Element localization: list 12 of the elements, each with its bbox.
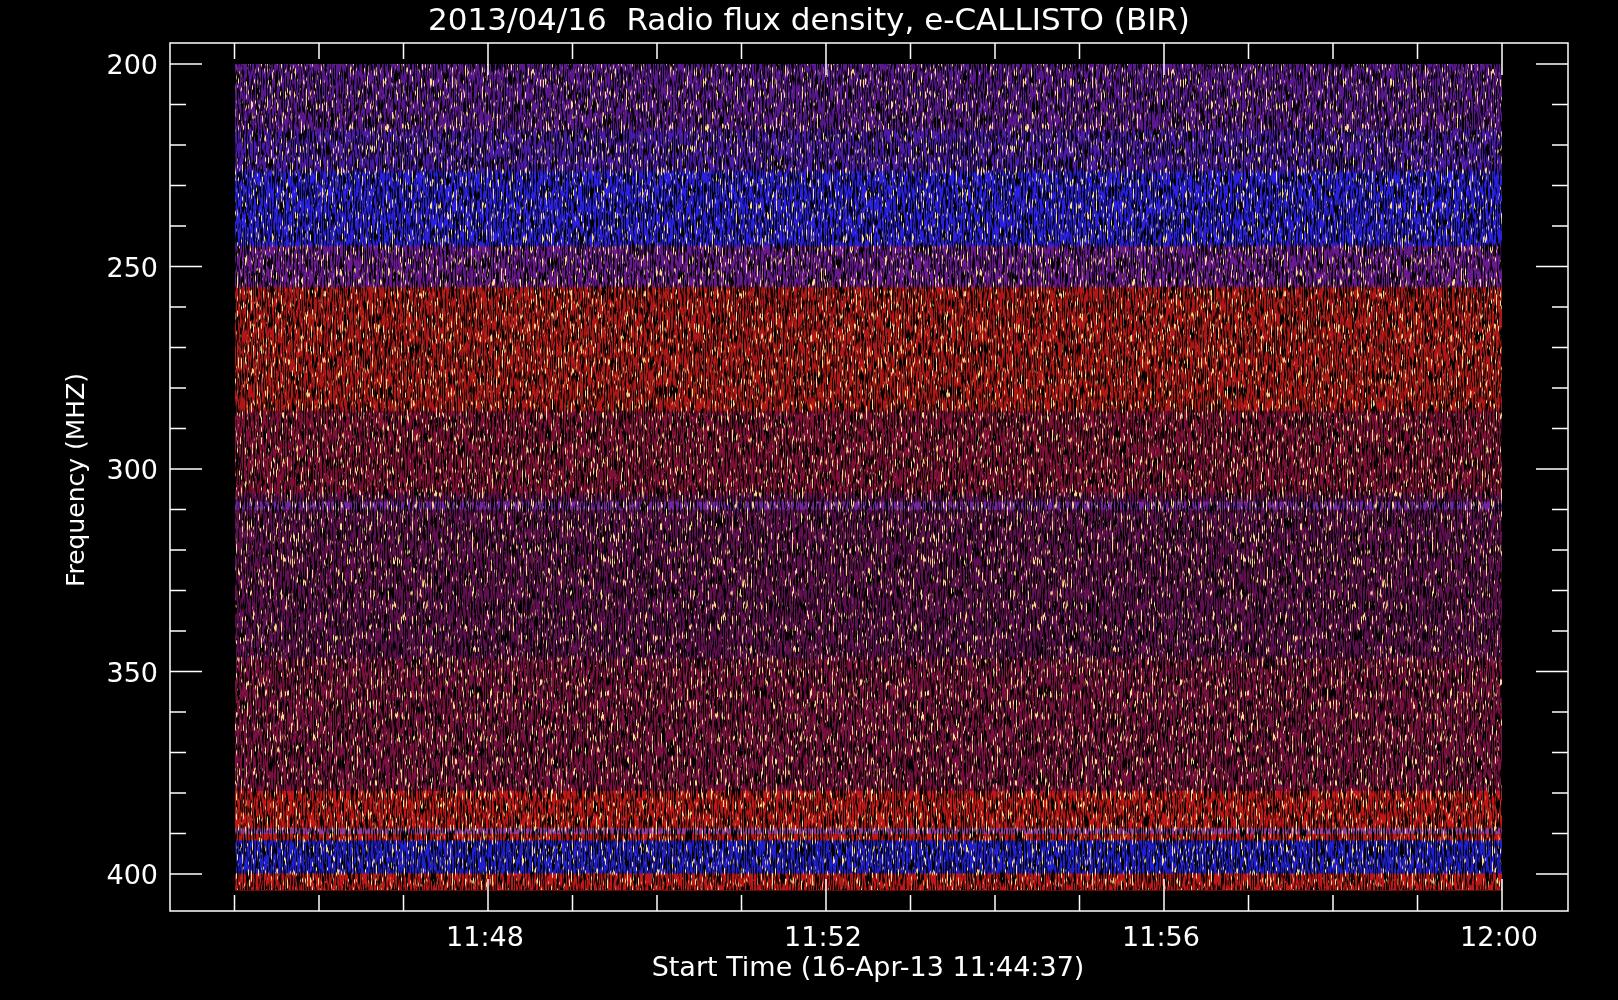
y-tick-label: 350 (106, 656, 158, 688)
y-tick-label: 200 (106, 49, 158, 80)
y-axis-label: Frequency (MHZ) (61, 372, 90, 588)
x-tick-label: 11:56 (1122, 921, 1200, 952)
x-tick-label: 11:52 (784, 921, 862, 952)
x-tick-label: 12:00 (1460, 921, 1538, 952)
plot-title: 2013/04/16 Radio flux density, e-CALLISTO (BIR) (428, 1, 1190, 37)
x-tick-label: 11:48 (446, 921, 524, 952)
y-tick-label: 250 (106, 251, 158, 283)
x-axis-label: Start Time (16-Apr-13 11:44:37) (651, 951, 1085, 982)
y-tick-label: 300 (106, 454, 158, 485)
y-tick-label: 400 (106, 859, 158, 890)
